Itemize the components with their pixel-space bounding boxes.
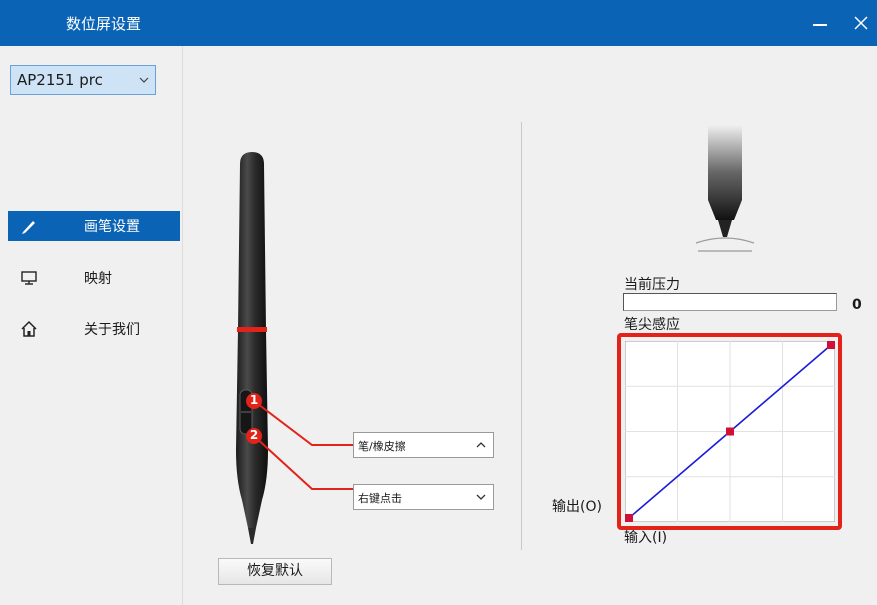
output-label: 输出(O) (552, 499, 602, 515)
pen-button-1-value: 笔/橡皮擦 (358, 440, 406, 453)
pen-button-2-value: 右键点击 (358, 492, 402, 505)
pen-button-2-number: 2 (249, 428, 259, 442)
window-title: 数位屏设置 (66, 15, 142, 33)
chevron-down-icon (476, 494, 486, 500)
tip-sensitivity-label: 笔尖感应 (624, 317, 680, 333)
chevron-up-icon (476, 442, 486, 448)
current-pressure-label: 当前压力 (624, 277, 680, 293)
sidebar-item-label: 画笔设置 (84, 219, 140, 235)
sidebar-item-label: 映射 (84, 271, 112, 287)
curve-control-point[interactable] (726, 427, 734, 436)
input-label: 输入(I) (624, 530, 668, 546)
pressure-bar (623, 293, 837, 311)
vertical-divider (521, 122, 522, 550)
pen-button-2-select[interactable]: 右键点击 (353, 484, 494, 510)
minimize-button[interactable] (805, 8, 835, 38)
home-icon (21, 320, 37, 337)
pressure-curve-chart[interactable] (625, 341, 835, 522)
pen-icon (22, 221, 35, 234)
pen-button-1-number: 1 (249, 393, 259, 407)
curve-control-point[interactable] (827, 341, 835, 349)
sidebar-item-mapping[interactable]: 映射 (8, 263, 180, 293)
close-button[interactable] (846, 8, 876, 38)
pen-tip-illustration (695, 125, 755, 252)
device-select[interactable]: AP2151 prc (10, 65, 156, 95)
monitor-icon (21, 271, 37, 285)
device-select-value: AP2151 prc (17, 71, 103, 89)
curve-control-point[interactable] (625, 514, 633, 522)
sidebar-item-label: 关于我们 (84, 322, 140, 338)
title-bar: 数位屏设置 (0, 0, 877, 46)
restore-defaults-button[interactable]: 恢复默认 (218, 558, 332, 585)
pen-button-1-select[interactable]: 笔/橡皮擦 (353, 432, 494, 458)
pressure-value: 0 (852, 297, 862, 313)
sidebar: AP2151 prc 画笔设置 映射 关于我们 (0, 46, 183, 605)
close-icon (854, 16, 868, 30)
sidebar-item-pen-settings[interactable]: 画笔设置 (8, 211, 180, 241)
chevron-down-icon (139, 77, 149, 83)
sidebar-item-about[interactable]: 关于我们 (8, 314, 180, 344)
